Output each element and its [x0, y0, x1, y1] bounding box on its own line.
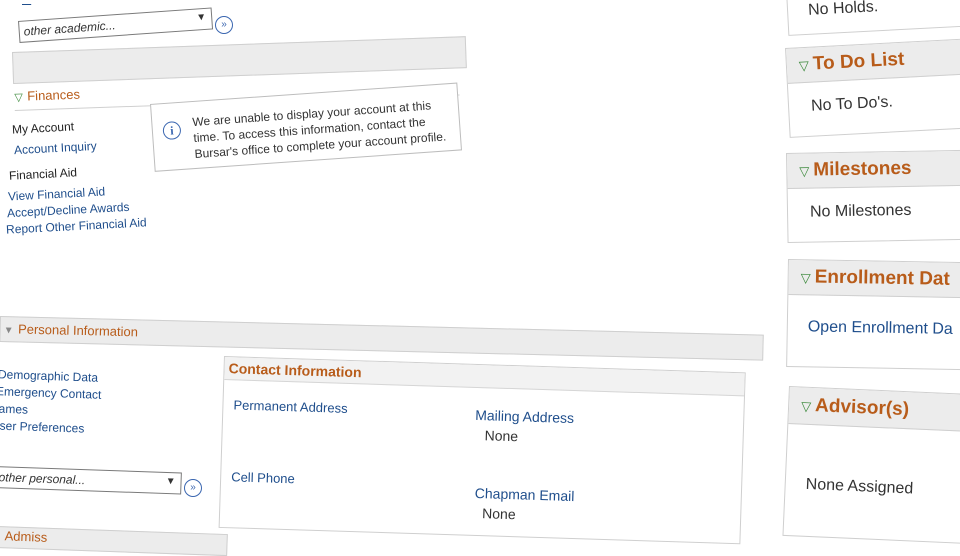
mailing-address-value: None — [484, 427, 519, 445]
chapman-email-label: Chapman Email — [474, 484, 575, 505]
user-preferences-link[interactable]: User Preferences — [0, 418, 85, 435]
collapse-triangle-icon: ▽ — [14, 91, 24, 104]
chevron-down-icon: ▼ — [195, 11, 207, 24]
personal-select-value: other personal... — [0, 470, 86, 488]
permanent-address-label: Permanent Address — [233, 397, 348, 416]
personal-go-button[interactable]: » — [184, 479, 202, 497]
enrollment-dates-header[interactable]: ▽ Enrollment Dat — [788, 260, 960, 299]
names-link[interactable]: Names — [0, 401, 28, 416]
collapse-triangle-icon: ▽ — [800, 270, 811, 286]
holds-body: No Holds. — [807, 0, 879, 19]
advisors-card: ▽ Advisor(s) None Assigned — [782, 386, 960, 545]
milestones-title: Milestones — [813, 157, 912, 181]
contact-info-title: Contact Information — [228, 360, 362, 381]
academics-select-value: other academic... — [23, 18, 117, 39]
view-financial-aid-link[interactable]: View Financial Aid — [8, 184, 106, 203]
account-inquiry-link[interactable]: Account Inquiry — [14, 139, 97, 157]
personal-info-title: Personal Information — [17, 321, 139, 340]
cell-phone-label: Cell Phone — [230, 469, 296, 487]
admission-section-header[interactable]: Admiss — [0, 526, 228, 556]
milestones-body: No Milestones — [809, 201, 912, 221]
academics-select[interactable]: other academic... ▼ — [18, 7, 214, 43]
milestones-card: ▽ Milestones No Milestones — [786, 149, 960, 243]
open-enrollment-link[interactable]: Open Enrollment Da — [808, 318, 953, 339]
mailing-address-label: Mailing Address — [475, 406, 575, 427]
emergency-contact-link[interactable]: Emergency Contact — [0, 384, 102, 402]
finances-title: Finances — [26, 86, 81, 104]
contact-info-box: Contact Information Permanent Address Ma… — [218, 356, 746, 545]
collapse-triangle-icon: ▽ — [798, 57, 810, 74]
chapman-email-value: None — [481, 505, 516, 523]
info-icon: i — [162, 120, 182, 141]
collapse-triangle-icon: ▽ — [799, 163, 810, 179]
top-link-fragment[interactable] — [22, 0, 31, 6]
advisors-header[interactable]: ▽ Advisor(s) — [788, 387, 960, 433]
milestones-header[interactable]: ▽ Milestones — [787, 150, 960, 189]
chevron-down-icon: ▼ — [165, 476, 176, 488]
todo-header[interactable]: ▽ To Do List — [786, 39, 960, 84]
academics-go-button[interactable]: » — [215, 16, 233, 34]
my-account-heading: My Account — [11, 119, 75, 137]
todo-body: No To Do's. — [810, 93, 894, 115]
collapse-triangle-icon: ▽ — [800, 398, 812, 414]
collapse-triangle-icon: ▼ — [3, 325, 14, 337]
contact-info-header: Contact Information — [224, 357, 745, 397]
todo-title: To Do List — [812, 48, 905, 75]
demographic-data-link[interactable]: Demographic Data — [0, 367, 98, 384]
todo-card: ▽ To Do List No To Do's. — [785, 37, 960, 138]
admission-title: Admiss — [4, 528, 48, 545]
enrollment-dates-card: ▽ Enrollment Dat Open Enrollment Da — [786, 259, 960, 371]
advisors-body: None Assigned — [805, 475, 914, 498]
personal-info-section-header[interactable]: ▼ Personal Information — [0, 316, 764, 361]
personal-select[interactable]: other personal... ▼ — [0, 466, 182, 495]
enrollment-dates-title: Enrollment Dat — [814, 266, 950, 290]
financial-aid-heading: Financial Aid — [8, 165, 78, 183]
advisors-title: Advisor(s) — [814, 395, 910, 421]
holds-card: No Holds. — [786, 0, 960, 36]
